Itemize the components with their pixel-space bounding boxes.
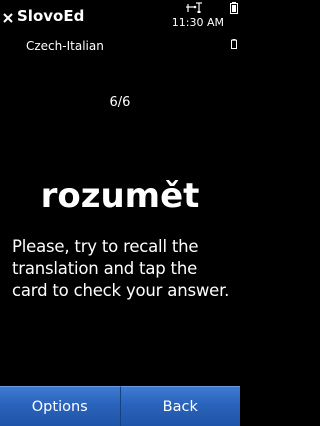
clock: 11:30 AM [171, 16, 224, 29]
app-title: SlovoEd [17, 7, 85, 25]
close-icon[interactable] [1, 11, 15, 25]
battery-icon [231, 39, 237, 49]
softkey-bar: Options Back [0, 386, 240, 426]
options-button[interactable]: Options [0, 386, 120, 426]
title-bar: SlovoEd Czech-Italian 11:30 AM [0, 0, 240, 62]
back-button[interactable]: Back [119, 386, 240, 426]
dictionary-name: Czech-Italian [26, 39, 104, 53]
card-counter: 6/6 [109, 95, 131, 110]
screen: SlovoEd Czech-Italian 11:30 AM 6/6 rozum… [0, 0, 240, 426]
signal-icon [230, 2, 238, 14]
flash-card[interactable]: 6/6 rozumět Please, try to recall the tr… [0, 62, 240, 386]
usb-icon [186, 2, 202, 13]
card-instruction: Please, try to recall the translation an… [12, 237, 230, 300]
card-word: rozumět [40, 176, 200, 216]
